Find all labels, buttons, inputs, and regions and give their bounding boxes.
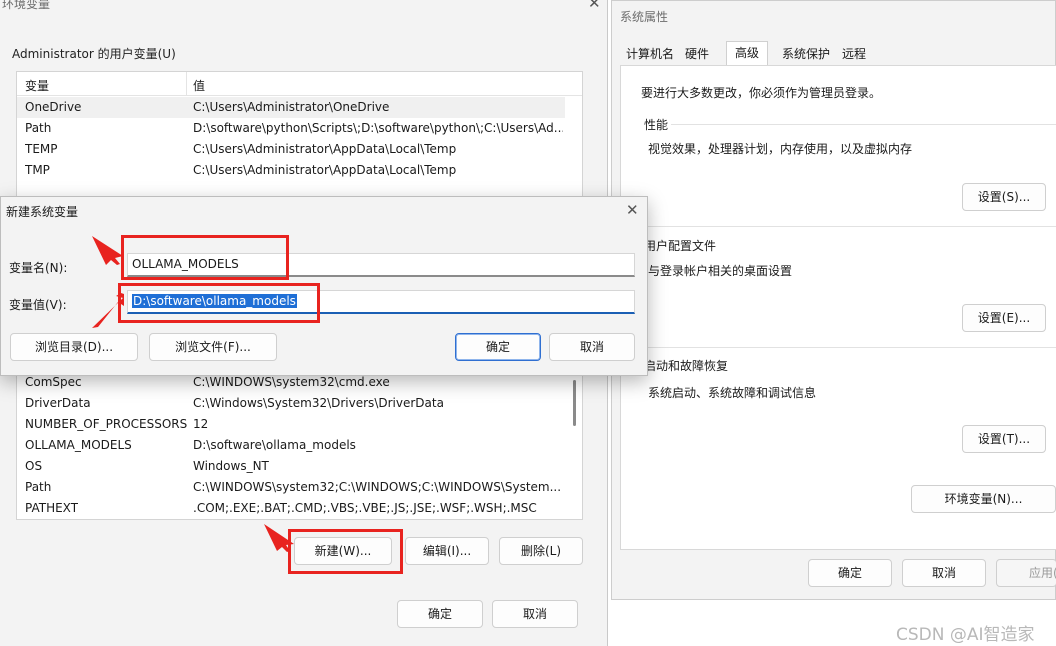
cancel-button[interactable]: 取消 bbox=[549, 333, 635, 361]
cancel-button[interactable]: 取消 bbox=[492, 600, 578, 628]
variable-value: C:\WINDOWS\system32\cmd.exe bbox=[193, 375, 390, 389]
tab-remote[interactable]: 远程 bbox=[842, 43, 866, 65]
environment-variables-button[interactable]: 环境变量(N)... bbox=[911, 485, 1056, 513]
variable-name: TEMP bbox=[25, 142, 58, 156]
variable-value: 12 bbox=[193, 417, 209, 431]
variable-name: OLLAMA_MODELS bbox=[25, 438, 132, 452]
variable-name: Path bbox=[25, 121, 52, 135]
tab-computer-name[interactable]: 计算机名 bbox=[626, 43, 674, 65]
performance-settings-button[interactable]: 设置(S)... bbox=[962, 183, 1046, 211]
table-row[interactable]: OS Windows_NT bbox=[17, 456, 565, 477]
annotation-box-variable-value bbox=[118, 283, 320, 323]
variable-name: PATHEXT bbox=[25, 501, 79, 515]
column-header-variable[interactable]: 变量 bbox=[25, 77, 49, 94]
tab-hardware[interactable]: 硬件 bbox=[685, 43, 709, 65]
admin-note: 要进行大多数更改，你必须作为管理员登录。 bbox=[641, 86, 882, 100]
variable-value: C:\WINDOWS\system32;C:\WINDOWS;C:\WINDOW… bbox=[193, 480, 562, 494]
variable-name: Path bbox=[25, 480, 52, 494]
browse-directory-button[interactable]: 浏览目录(D)... bbox=[10, 333, 138, 361]
table-row[interactable]: TMP C:\Users\Administrator\AppData\Local… bbox=[17, 160, 565, 181]
variable-value: D:\software\python\Scripts\;D:\software\… bbox=[193, 121, 563, 135]
edit-variable-button[interactable]: 编辑(I)... bbox=[405, 537, 489, 565]
variable-value: D:\software\ollama_models bbox=[193, 438, 356, 452]
variable-value: C:\Users\Administrator\AppData\Local\Tem… bbox=[193, 142, 457, 156]
user-profiles-description: 与登录帐户相关的桌面设置 bbox=[648, 264, 793, 278]
ok-button[interactable]: 确定 bbox=[397, 600, 483, 628]
variable-name: NUMBER_OF_PROCESSORS bbox=[25, 417, 188, 431]
close-icon[interactable]: ✕ bbox=[588, 0, 601, 12]
startup-recovery-description: 系统启动、系统故障和调试信息 bbox=[648, 386, 817, 400]
table-row[interactable]: PATHEXT .COM;.EXE;.BAT;.CMD;.VBS;.VBE;.J… bbox=[17, 498, 565, 519]
table-row[interactable]: NUMBER_OF_PROCESSORS 12 bbox=[17, 414, 565, 435]
variable-value: .COM;.EXE;.BAT;.CMD;.VBS;.VBE;.JS;.JSE;.… bbox=[193, 501, 537, 515]
user-variables-list[interactable]: 变量 值 OneDrive C:\Users\Administrator\One… bbox=[16, 71, 583, 211]
variable-name: ComSpec bbox=[25, 375, 82, 389]
user-variables-group-label: Administrator 的用户变量(U) bbox=[12, 47, 176, 61]
variable-name: OneDrive bbox=[25, 100, 82, 114]
variable-name: OS bbox=[25, 459, 43, 473]
variable-name: DriverData bbox=[25, 396, 91, 410]
performance-group-title: 性能 bbox=[644, 118, 669, 132]
variable-value: Windows_NT bbox=[193, 459, 269, 473]
table-row[interactable]: DriverData C:\Windows\System32\Drivers\D… bbox=[17, 393, 565, 414]
column-header-value[interactable]: 值 bbox=[193, 77, 205, 94]
system-properties-dialog: 系统属性 计算机名 硬件 高级 系统保护 远程 要进行大多数更改，你必须作为管理… bbox=[611, 0, 1056, 600]
watermark: CSDN @AI智造家 bbox=[896, 625, 1035, 645]
table-row[interactable]: TEMP C:\Users\Administrator\AppData\Loca… bbox=[17, 139, 565, 160]
variable-value: C:\Users\Administrator\AppData\Local\Tem… bbox=[193, 163, 457, 177]
close-icon[interactable]: ✕ bbox=[626, 201, 639, 219]
table-row[interactable]: Path D:\software\python\Scripts\;D:\soft… bbox=[17, 118, 565, 139]
performance-description: 视觉效果，处理器计划，内存使用，以及虚拟内存 bbox=[648, 142, 913, 156]
variable-name: TMP bbox=[25, 163, 50, 177]
scrollbar-thumb[interactable] bbox=[573, 380, 576, 426]
annotation-arrow-icon bbox=[264, 524, 294, 552]
new-system-variable-dialog: 新建系统变量 ✕ 变量名(N): OLLAMA_MODELS 变量值(V): D… bbox=[0, 196, 648, 376]
user-profiles-settings-button[interactable]: 设置(E)... bbox=[962, 304, 1046, 332]
annotation-box-variable-name bbox=[121, 235, 289, 280]
dialog-title: 新建系统变量 bbox=[6, 205, 79, 219]
tab-advanced[interactable]: 高级 bbox=[726, 41, 769, 65]
startup-recovery-group-title: 启动和故障恢复 bbox=[644, 359, 729, 373]
window-title: 系统属性 bbox=[620, 10, 669, 24]
browse-file-button[interactable]: 浏览文件(F)... bbox=[149, 333, 277, 361]
variable-value-label: 变量值(V): bbox=[9, 298, 67, 312]
advanced-tab-panel: 要进行大多数更改，你必须作为管理员登录。 性能 视觉效果，处理器计划，内存使用，… bbox=[620, 65, 1056, 550]
variable-value: C:\Windows\System32\Drivers\DriverData bbox=[193, 396, 444, 410]
tab-system-protection[interactable]: 系统保护 bbox=[782, 43, 830, 65]
annotation-arrow-icon bbox=[92, 293, 124, 328]
startup-recovery-settings-button[interactable]: 设置(T)... bbox=[962, 425, 1046, 453]
table-row[interactable]: OLLAMA_MODELS D:\software\ollama_models bbox=[17, 435, 565, 456]
cancel-button[interactable]: 取消 bbox=[902, 559, 986, 587]
apply-button[interactable]: 应用(A) bbox=[996, 559, 1056, 587]
system-variables-list[interactable]: ComSpec C:\WINDOWS\system32\cmd.exe Driv… bbox=[16, 372, 583, 520]
ok-button[interactable]: 确定 bbox=[808, 559, 892, 587]
ok-button[interactable]: 确定 bbox=[455, 333, 541, 361]
window-title: 环境变量 bbox=[2, 0, 51, 11]
table-row[interactable]: OneDrive C:\Users\Administrator\OneDrive bbox=[17, 97, 565, 118]
user-profiles-group-title: 用户配置文件 bbox=[644, 239, 717, 253]
variable-name-label: 变量名(N): bbox=[9, 261, 68, 275]
annotation-arrow-icon bbox=[92, 236, 123, 265]
annotation-box-new-button bbox=[288, 529, 403, 574]
variable-value: C:\Users\Administrator\OneDrive bbox=[193, 100, 390, 114]
delete-variable-button[interactable]: 删除(L) bbox=[499, 537, 583, 565]
list-header: 变量 值 bbox=[17, 72, 582, 96]
table-row[interactable]: Path C:\WINDOWS\system32;C:\WINDOWS;C:\W… bbox=[17, 477, 565, 498]
